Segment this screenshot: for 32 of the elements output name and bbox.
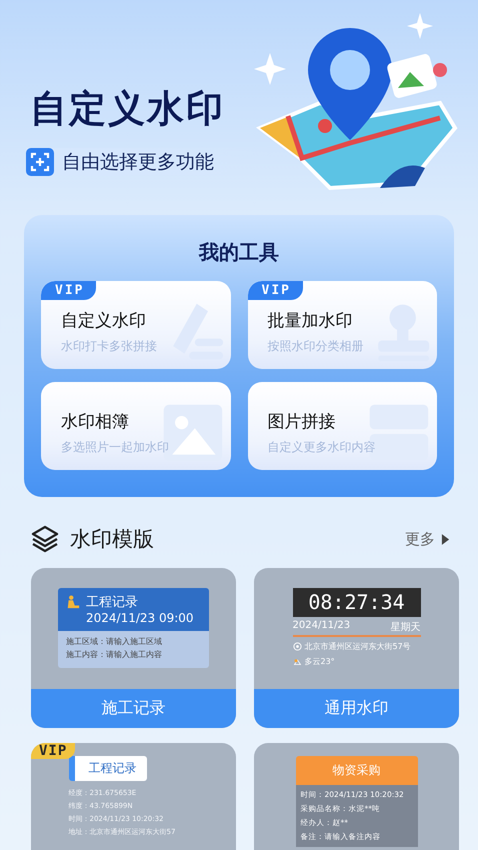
- vip-tag: VIP: [31, 743, 76, 759]
- caret-icon: [441, 532, 450, 546]
- preview-weekday: 星期天: [390, 620, 420, 634]
- preview-line: 施工内容：请输入施工内容: [66, 649, 163, 660]
- scan-icon: [26, 148, 54, 176]
- vip-tag: VIP: [41, 281, 96, 300]
- preview-title: 工程记录: [68, 756, 146, 781]
- location-icon: [292, 642, 302, 651]
- clock-time: 08:27:34: [292, 588, 420, 617]
- vip-tag: VIP: [248, 281, 303, 300]
- section-title: 我的工具: [199, 239, 279, 266]
- section-title: 水印模版: [70, 526, 154, 553]
- worker-icon: [66, 595, 80, 609]
- subtitle-text: 自由选择更多功能: [62, 150, 214, 175]
- template-card[interactable]: 工程记录 2024/11/23 09:00 施工区域：请输入施工区域 施工内容：请输入施工内容 施工记录: [31, 568, 236, 728]
- preview-address: 北京市通州区运河东大街57号: [304, 641, 411, 652]
- tool-card[interactable]: VIP 自定义水印 水印打卡多张拼接: [41, 281, 230, 369]
- template-label: 通用水印: [254, 689, 459, 728]
- preview-title: 工程记录: [86, 594, 138, 611]
- hero-title: 自定义水印: [30, 86, 226, 132]
- preview-datetime: 2024/11/23 09:00: [86, 611, 195, 625]
- preview-line: 施工区域：请输入施工区域: [66, 636, 163, 647]
- more-link[interactable]: 更多: [405, 530, 450, 548]
- layers-icon: [30, 524, 60, 554]
- preview-weather: 多云23°: [304, 656, 335, 667]
- tool-card[interactable]: VIP 批量加水印 按照水印分类相册: [248, 281, 437, 369]
- preview-date: 2024/11/23: [292, 620, 350, 633]
- tool-card[interactable]: 水印相簿 多选照片一起加水印: [41, 382, 230, 470]
- tool-card[interactable]: 图片拼接 自定义更多水印内容: [248, 382, 437, 470]
- template-label: 施工记录: [31, 689, 236, 728]
- preview-title: 物资采购: [296, 756, 418, 785]
- template-card[interactable]: 08:27:34 2024/11/23 星期天 北京市通州区运河东大街57号 多云23° 通用水印: [254, 568, 459, 728]
